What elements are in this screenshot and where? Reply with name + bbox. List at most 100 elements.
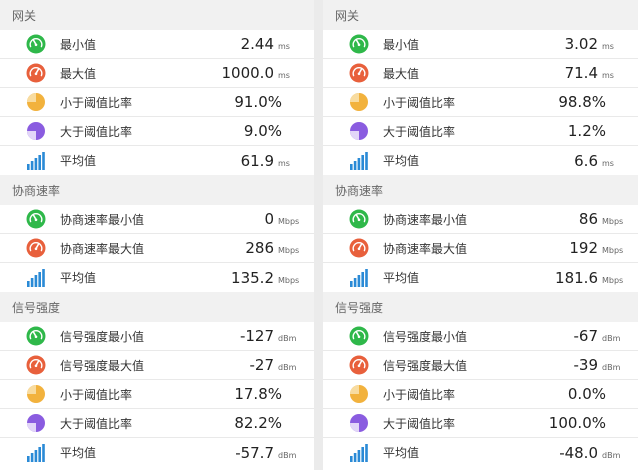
- metric-row: 小于阈值比率 17.8%: [0, 380, 314, 409]
- metric-unit: dBm: [278, 450, 297, 460]
- metric-unit: Mbps: [278, 275, 300, 285]
- metric-value: 98.8%: [558, 93, 606, 111]
- metric-value-group: 91.0%: [234, 93, 314, 111]
- metric-row: 最小值 3.02 ms: [323, 30, 638, 59]
- metric-label: 信号强度最小值: [60, 329, 145, 344]
- pie-below-icon: [26, 384, 46, 404]
- metric-row: 协商速率最大值 192 Mbps: [323, 234, 638, 263]
- metric-label: 小于阈值比率: [60, 387, 133, 402]
- gauge-min-icon: [349, 209, 369, 229]
- bars-average-icon: [26, 268, 46, 288]
- bars-average-icon: [349, 443, 369, 463]
- metric-label: 大于阈值比率: [60, 416, 133, 431]
- bars-average-icon: [349, 268, 369, 288]
- metric-value-group: -57.7 dBm: [235, 444, 314, 462]
- metric-list: 信号强度最小值 -67 dBm 信号强度最大值 -39 dBm 小于阈值比率 0.0% 大于阈值…: [323, 322, 638, 467]
- gauge-max-icon: [26, 63, 46, 83]
- metric-row: 平均值 6.6 ms: [323, 146, 638, 175]
- pie-below-icon: [349, 384, 369, 404]
- metric-value: -27: [249, 356, 275, 374]
- metric-value-group: 9.0%: [244, 122, 314, 140]
- metric-unit: ms: [278, 158, 290, 168]
- metric-label: 平均值: [60, 154, 97, 168]
- metric-list: 最小值 3.02 ms 最大值 71.4 ms 小于阈值比率 98.8% 大于阈值比率 1.2% 平…: [323, 30, 638, 175]
- metric-value: 91.0%: [234, 93, 282, 111]
- metric-value-group: -127 dBm: [240, 327, 314, 345]
- metric-row: 信号强度最大值 -39 dBm: [323, 351, 638, 380]
- bars-average-icon: [349, 151, 369, 171]
- metric-unit: Mbps: [602, 246, 624, 255]
- metric-list: 协商速率最小值 86 Mbps 协商速率最大值 192 Mbps 平均值 181.6 Mbps: [323, 205, 638, 292]
- metric-value: 3.02: [564, 35, 598, 53]
- metric-unit: Mbps: [602, 217, 624, 226]
- metric-value-group: -27 dBm: [250, 356, 315, 374]
- metric-value-group: 98.8%: [558, 93, 638, 111]
- metric-value: -67: [573, 327, 599, 345]
- metric-value-group: 1000.0 ms: [222, 64, 315, 82]
- metric-unit: ms: [602, 158, 614, 168]
- gauge-min-icon: [26, 209, 46, 229]
- metric-value-group: -39 dBm: [574, 356, 638, 374]
- pie-above-icon: [349, 121, 369, 141]
- metric-label: 小于阈值比率: [60, 95, 133, 110]
- metric-row: 协商速率最小值 86 Mbps: [323, 205, 638, 234]
- bars-average-icon: [26, 443, 46, 463]
- metric-label: 最小值: [60, 37, 97, 52]
- section-title: 信号强度: [323, 292, 638, 322]
- pie-above-icon: [26, 413, 46, 433]
- metric-value: 1000.0: [221, 64, 275, 82]
- gauge-max-icon: [26, 355, 46, 375]
- metric-value: 86: [578, 210, 598, 228]
- metric-row: 最小值 2.44 ms: [0, 30, 314, 59]
- gauge-min-icon: [26, 326, 46, 346]
- metric-value-group: 100.0%: [549, 414, 638, 432]
- metric-unit: ms: [278, 42, 290, 51]
- metric-unit: ms: [602, 71, 614, 80]
- metric-value-group: 0 Mbps: [264, 210, 314, 228]
- metric-row: 小于阈值比率 0.0%: [323, 380, 638, 409]
- metric-row: 平均值 181.6 Mbps: [323, 263, 638, 292]
- gauge-max-icon: [349, 63, 369, 83]
- metric-value-group: 0.0%: [568, 385, 638, 403]
- metric-unit: ms: [278, 71, 290, 80]
- metric-row: 大于阈值比率 1.2%: [323, 117, 638, 146]
- metric-value-group: 86 Mbps: [579, 210, 638, 228]
- metric-label: 小于阈值比率: [383, 95, 456, 110]
- metric-row: 大于阈值比率 9.0%: [0, 117, 314, 146]
- metric-value: 9.0%: [243, 122, 282, 140]
- metric-value-group: 82.2%: [234, 414, 314, 432]
- metric-list: 最小值 2.44 ms 最大值 1000.0 ms 小于阈值比率 91.0% 大于阈值比率 9.0…: [0, 30, 314, 175]
- metric-value-group: 181.6 Mbps: [555, 269, 638, 287]
- metric-value: 286: [245, 239, 274, 257]
- metric-label: 大于阈值比率: [383, 124, 456, 139]
- metric-value: -48.0: [559, 443, 598, 462]
- section-title: 网关: [0, 0, 314, 30]
- metric-value: 2.44: [240, 35, 274, 53]
- metric-value: 71.4: [564, 64, 598, 82]
- gauge-max-icon: [349, 238, 369, 258]
- metric-unit: Mbps: [602, 275, 624, 285]
- gauge-min-icon: [26, 34, 46, 54]
- section-title: 网关: [323, 0, 638, 30]
- metric-value: 0.0%: [567, 385, 606, 403]
- pie-above-icon: [349, 413, 369, 433]
- metric-label: 平均值: [383, 446, 420, 460]
- metric-label: 信号强度最小值: [383, 329, 468, 344]
- metric-value-group: 2.44 ms: [241, 35, 314, 53]
- section-title: 协商速率: [0, 175, 314, 205]
- metric-unit: dBm: [278, 334, 297, 343]
- metric-value: 0: [264, 210, 274, 228]
- pie-below-icon: [26, 92, 46, 112]
- metric-row: 平均值 135.2 Mbps: [0, 263, 314, 292]
- metric-label: 最大值: [60, 66, 97, 81]
- metric-row: 信号强度最小值 -67 dBm: [323, 322, 638, 351]
- metric-value: -127: [239, 327, 274, 345]
- metric-row: 协商速率最小值 0 Mbps: [0, 205, 314, 234]
- stats-panel-right: 网关 最小值 3.02 ms 最大值 71.4 ms 小于阈值比率 98.8% 大于阈值比率 1.2…: [323, 0, 638, 470]
- metric-label: 大于阈值比率: [383, 416, 456, 431]
- metric-value: 82.2%: [234, 414, 282, 432]
- metric-row: 最大值 71.4 ms: [323, 59, 638, 88]
- pie-above-icon: [26, 121, 46, 141]
- metric-row: 最大值 1000.0 ms: [0, 59, 314, 88]
- metric-row: 信号强度最大值 -27 dBm: [0, 351, 314, 380]
